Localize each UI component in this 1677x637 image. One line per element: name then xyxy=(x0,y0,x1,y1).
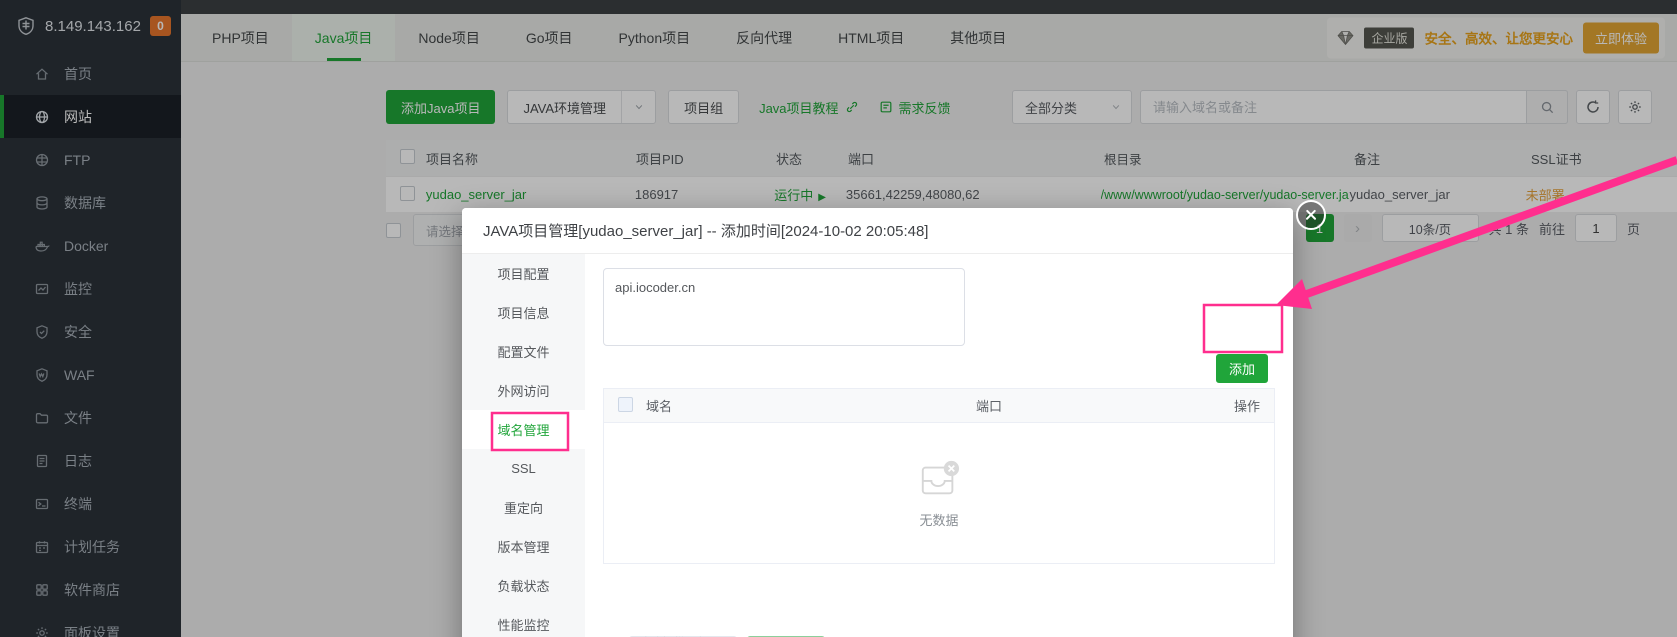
empty-text: 无数据 xyxy=(919,510,958,529)
modal-tab-redirect[interactable]: 重定向 xyxy=(462,488,585,527)
modal-tab-list: 项目配置 项目信息 配置文件 外网访问 域名管理 SSL 重定向 版本管理 负载… xyxy=(462,254,585,637)
modal-tab-ssl[interactable]: SSL xyxy=(462,449,585,488)
domain-select-all-checkbox[interactable] xyxy=(618,397,633,412)
java-project-manage-modal: JAVA项目管理[yudao_server_jar] -- 添加时间[2024-… xyxy=(462,208,1293,637)
modal-close-button[interactable] xyxy=(1296,200,1326,230)
modal-tab-config-file[interactable]: 配置文件 xyxy=(462,332,585,371)
modal-tab-performance-monitor[interactable]: 性能监控 xyxy=(462,605,585,637)
modal-tab-version-management[interactable]: 版本管理 xyxy=(462,527,585,566)
domain-input-textarea[interactable]: api.iocoder.cn xyxy=(603,268,965,346)
modal-tab-project-config[interactable]: 项目配置 xyxy=(462,254,585,293)
domain-management-panel: api.iocoder.cn 添加 域名 端口 操作 无数据 xyxy=(585,254,1293,637)
modal-tab-project-info[interactable]: 项目信息 xyxy=(462,293,585,332)
modal-tab-load-status[interactable]: 负载状态 xyxy=(462,566,585,605)
modal-title: JAVA项目管理[yudao_server_jar] -- 添加时间[2024-… xyxy=(462,208,1293,254)
modal-tab-domain-management[interactable]: 域名管理 xyxy=(462,410,585,449)
domain-table-header: 域名 端口 操作 xyxy=(604,389,1274,423)
add-domain-button[interactable]: 添加 xyxy=(1216,354,1268,383)
domain-table: 域名 端口 操作 无数据 xyxy=(603,388,1275,564)
empty-box-icon xyxy=(916,458,962,500)
empty-state: 无数据 xyxy=(604,423,1274,563)
modal-tab-external-access[interactable]: 外网访问 xyxy=(462,371,585,410)
